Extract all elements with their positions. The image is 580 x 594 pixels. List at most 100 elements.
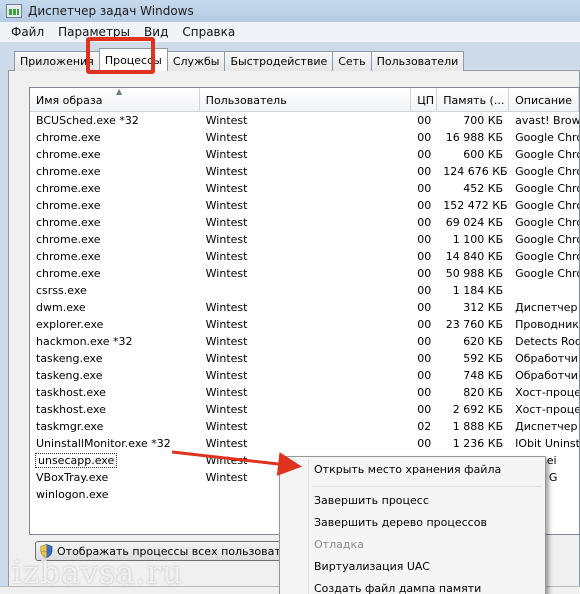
- column-header-user[interactable]: Пользователь: [200, 88, 412, 111]
- process-user-cell: Wintest: [205, 267, 248, 280]
- process-name-cell: chrome.exe: [36, 148, 101, 161]
- process-memory-cell: 124 676 КБ: [443, 165, 508, 178]
- process-cpu-cell: 00: [417, 284, 432, 297]
- process-user-cell: Wintest: [205, 369, 248, 382]
- table-row[interactable]: taskhost.exe Wintest 00 2 692 КБ Хост-проце: [30, 401, 579, 418]
- tab-services[interactable]: Службы: [166, 51, 226, 71]
- table-row[interactable]: chrome.exe Wintest 00 69 024 КБ Google Chro: [30, 214, 579, 231]
- table-row[interactable]: chrome.exe Wintest 00 124 676 КБ Google Chro: [30, 163, 579, 180]
- context-menu-gutter: [308, 459, 309, 594]
- process-description-cell: IObit Uninst: [515, 437, 579, 450]
- menu-item-create-dump-file[interactable]: Создать файл дампа памяти: [314, 582, 481, 594]
- process-user-cell: Wintest: [205, 165, 248, 178]
- process-name-cell: chrome.exe: [36, 267, 101, 280]
- menu-item-end-process-tree[interactable]: Завершить дерево процессов: [314, 516, 487, 529]
- process-description-cell: Google Chro: [515, 182, 579, 195]
- process-name-cell: hackmon.exe *32: [36, 335, 133, 348]
- process-user-cell: Wintest: [205, 318, 248, 331]
- process-name-cell: unsecapp.exe: [34, 453, 118, 468]
- process-user-cell: Wintest: [205, 216, 248, 229]
- process-cpu-cell: 00: [417, 131, 432, 144]
- process-name-cell: csrss.exe: [36, 284, 87, 297]
- menu-item-open-file-location[interactable]: Открыть место хранения файла: [314, 463, 501, 476]
- process-memory-cell: 16 988 КБ: [445, 131, 504, 144]
- process-cpu-cell: 02: [417, 420, 432, 433]
- process-description-cell: Обработчи: [515, 369, 578, 382]
- column-header-name-label: Имя образа: [36, 94, 103, 107]
- process-name-cell: taskhost.exe: [36, 386, 106, 399]
- window-title: Диспетчер задач Windows: [28, 4, 194, 18]
- process-memory-cell: 700 КБ: [463, 114, 504, 127]
- process-name-cell: chrome.exe: [36, 250, 101, 263]
- process-description-cell: [509, 282, 579, 299]
- column-header-cpu[interactable]: ЦП: [411, 88, 438, 111]
- process-description-cell: Google Chro: [515, 250, 579, 263]
- process-cpu-cell: 00: [417, 301, 432, 314]
- process-description-cell: Диспетчер: [515, 301, 578, 314]
- process-cpu-cell: 00: [417, 148, 432, 161]
- process-name-cell: chrome.exe: [36, 216, 101, 229]
- column-header-memory[interactable]: Память (...: [437, 88, 510, 111]
- process-user-cell: [200, 282, 412, 299]
- table-row[interactable]: chrome.exe Wintest 00 1 100 КБ Google Chro: [30, 231, 579, 248]
- table-row[interactable]: dwm.exe Wintest 00 312 КБ Диспетчер: [30, 299, 579, 316]
- column-header-description[interactable]: Описание: [509, 88, 579, 111]
- menu-item-uac-virtualization[interactable]: Виртуализация UAC: [314, 560, 430, 573]
- process-name-cell: dwm.exe: [36, 301, 86, 314]
- process-memory-cell: 452 КБ: [463, 182, 504, 195]
- process-description-cell: Detects Roo: [515, 335, 579, 348]
- process-cpu-cell: 00: [417, 369, 432, 382]
- process-name-cell: taskhost.exe: [36, 403, 106, 416]
- table-row[interactable]: taskhost.exe Wintest 00 820 КБ Хост-процес: [30, 384, 579, 401]
- table-row[interactable]: explorer.exe Wintest 00 23 760 КБ Проводник: [30, 316, 579, 333]
- table-row[interactable]: chrome.exe Wintest 00 452 КБ Google Chro: [30, 180, 579, 197]
- process-memory-cell: 1 236 КБ: [452, 437, 504, 450]
- context-menu-separator: [312, 486, 541, 487]
- table-row[interactable]: chrome.exe Wintest 00 14 840 КБ Google Chro: [30, 248, 579, 265]
- table-row[interactable]: taskeng.exe Wintest 00 748 КБ Обработчи: [30, 367, 579, 384]
- process-name-cell: UninstallMonitor.exe *32: [36, 437, 171, 450]
- process-memory-cell: 69 024 КБ: [445, 216, 504, 229]
- process-memory-cell: 620 КБ: [463, 335, 504, 348]
- tab-performance[interactable]: Быстродействие: [224, 51, 334, 71]
- sort-arrow-icon: ▲: [116, 88, 123, 96]
- process-name-cell: chrome.exe: [36, 131, 101, 144]
- process-description-cell: Хост-проце: [515, 403, 579, 416]
- table-row[interactable]: csrss.exe 00 1 184 КБ: [30, 282, 579, 299]
- process-user-cell: Wintest: [205, 148, 248, 161]
- process-cpu-cell: 00: [417, 335, 432, 348]
- table-row[interactable]: chrome.exe Wintest 00 600 КБ Google Chro: [30, 146, 579, 163]
- menu-item-end-process[interactable]: Завершить процесс: [314, 494, 429, 507]
- process-cpu-cell: 00: [417, 352, 432, 365]
- process-user-cell: Wintest: [205, 114, 248, 127]
- process-cpu-cell: 00: [417, 216, 432, 229]
- process-description-cell: Google Chro: [515, 267, 579, 280]
- process-cpu-cell: 00: [417, 267, 432, 280]
- process-description-cell: Google Chro: [515, 165, 579, 178]
- watermark: izbavsa.ru: [12, 555, 184, 591]
- table-row[interactable]: taskmgr.exe Wintest 02 1 888 КБ Диспетчер: [30, 418, 579, 435]
- menu-item-debug: Отладка: [314, 538, 364, 551]
- process-user-cell: Wintest: [205, 301, 248, 314]
- process-memory-cell: 50 988 КБ: [445, 267, 504, 280]
- process-cpu-cell: 00: [417, 318, 432, 331]
- column-header-name[interactable]: ▲ Имя образа: [30, 88, 200, 111]
- table-row[interactable]: chrome.exe Wintest 00 50 988 КБ Google Chro: [30, 265, 579, 282]
- table-row[interactable]: taskeng.exe Wintest 00 592 КБ Обработчи: [30, 350, 579, 367]
- process-name-cell: VBoxTray.exe: [36, 471, 109, 484]
- process-description-cell: Google Chro: [515, 131, 579, 144]
- process-user-cell: Wintest: [205, 335, 248, 348]
- menu-file[interactable]: Файл: [4, 25, 51, 39]
- process-user-cell: Wintest: [205, 386, 248, 399]
- table-row[interactable]: chrome.exe Wintest 00 152 472 КБ Google Chro: [30, 197, 579, 214]
- process-cpu-cell: 00: [417, 437, 432, 450]
- tab-network[interactable]: Сеть: [332, 51, 372, 71]
- table-row[interactable]: BCUSched.exe *32 Wintest 00 700 КБ avast! Br…: [30, 112, 579, 129]
- process-memory-cell: 2 692 КБ: [452, 403, 504, 416]
- table-row[interactable]: UninstallMonitor.exe *32 Wintest 00 1 236 К…: [30, 435, 579, 452]
- menu-help[interactable]: Справка: [175, 25, 242, 39]
- list-rows: BCUSched.exe *32 Wintest 00 700 КБ avast! Br…: [30, 112, 579, 503]
- table-row[interactable]: chrome.exe Wintest 00 16 988 КБ Google Chro: [30, 129, 579, 146]
- tab-users[interactable]: Пользователи: [370, 51, 465, 71]
- table-row[interactable]: hackmon.exe *32 Wintest 00 620 КБ Detects Ro…: [30, 333, 579, 350]
